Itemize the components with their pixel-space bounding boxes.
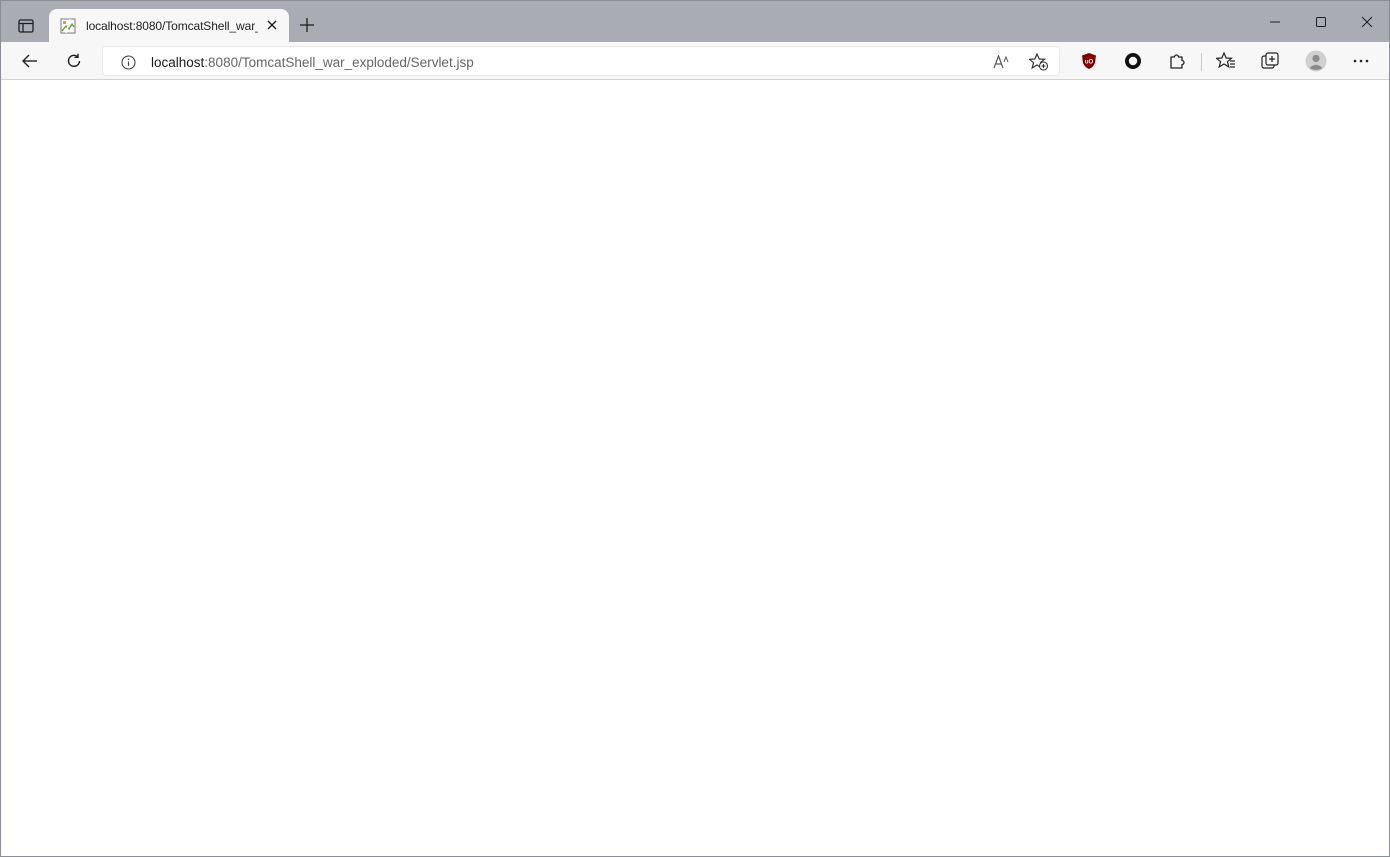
close-window-icon[interactable] — [1352, 10, 1382, 34]
address-bar[interactable]: localhost:8080/TomcatShell_war_exploded/… — [102, 46, 1060, 76]
favorites-icon[interactable] — [1213, 49, 1239, 73]
profile-avatar-icon[interactable] — [1303, 49, 1329, 73]
tab-title: localhost:8080/TomcatShell_war_ — [86, 18, 258, 33]
collections-icon[interactable] — [1257, 49, 1283, 73]
site-info-icon[interactable] — [120, 54, 136, 70]
extensions-puzzle-icon[interactable] — [1164, 49, 1190, 73]
svg-text:uO: uO — [1085, 60, 1094, 66]
url-host: localhost — [151, 55, 205, 70]
circle-extension-icon[interactable] — [1120, 49, 1146, 73]
page-content — [1, 81, 1389, 856]
refresh-icon[interactable] — [61, 49, 87, 73]
more-menu-icon[interactable] — [1348, 49, 1374, 73]
add-favorite-icon[interactable] — [1028, 52, 1050, 72]
navigation-toolbar: localhost:8080/TomcatShell_war_exploded/… — [1, 42, 1389, 80]
new-tab-icon[interactable] — [297, 15, 317, 35]
broken-image-icon — [60, 18, 76, 34]
url-text[interactable]: localhost:8080/TomcatShell_war_exploded/… — [151, 55, 474, 70]
back-arrow-icon[interactable] — [17, 49, 43, 73]
read-aloud-icon[interactable] — [991, 52, 1013, 72]
active-tab[interactable]: localhost:8080/TomcatShell_war_ — [49, 9, 289, 42]
url-path: :8080/TomcatShell_war_exploded/Servlet.j… — [204, 55, 474, 70]
tab-actions-icon[interactable] — [13, 14, 39, 38]
browser-window: localhost:8080/TomcatShell_war_ localhos… — [0, 0, 1390, 857]
tab-strip: localhost:8080/TomcatShell_war_ — [1, 1, 1389, 42]
close-tab-icon[interactable] — [265, 18, 279, 32]
ublock-origin-icon[interactable]: uO — [1076, 49, 1102, 73]
toolbar-divider — [1201, 53, 1202, 71]
minimize-icon[interactable] — [1260, 10, 1290, 34]
maximize-icon[interactable] — [1306, 10, 1336, 34]
